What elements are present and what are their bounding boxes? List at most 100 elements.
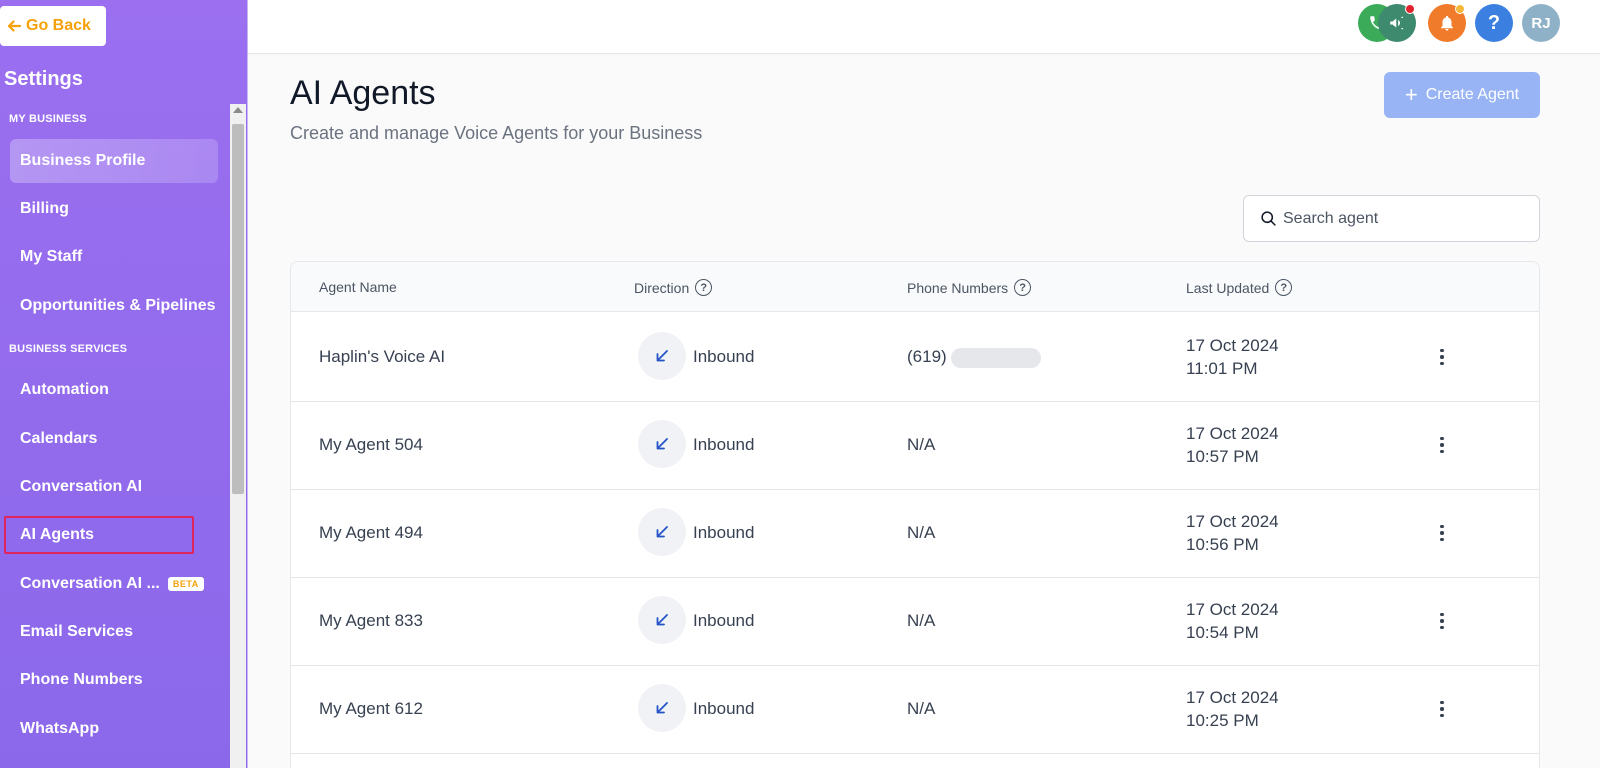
more-options-icon[interactable]: [1432, 609, 1452, 633]
direction-icon-badge: [638, 332, 686, 380]
sidebar-item-opportunities-pipelines[interactable]: Opportunities & Pipelines: [10, 284, 218, 328]
sidebar-item-label: My Staff: [20, 248, 83, 265]
last-updated-date: 17 Oct 2024: [1186, 688, 1279, 707]
avatar[interactable]: RJ: [1522, 4, 1560, 42]
direction-label: Inbound: [693, 435, 755, 454]
more-options-icon[interactable]: [1432, 345, 1452, 369]
phone-number: N/A: [907, 523, 936, 542]
sidebar-item-billing[interactable]: Billing: [10, 187, 218, 231]
sidebar-item-label: Business Profile: [20, 152, 146, 169]
sidebar-item-label: Billing: [20, 200, 69, 217]
section-label-my-business: MY BUSINESS: [9, 113, 87, 125]
create-agent-button[interactable]: + Create Agent: [1384, 72, 1540, 118]
column-label: Last Updated: [1186, 279, 1270, 296]
help-circle-icon[interactable]: ?: [695, 279, 713, 296]
agent-name[interactable]: My Agent 833: [319, 611, 423, 631]
notification-dot: [1405, 4, 1415, 14]
column-label: Direction: [634, 279, 690, 296]
page-title: AI Agents: [290, 74, 436, 112]
sidebar-item-my-staff[interactable]: My Staff: [10, 235, 218, 279]
more-options-icon[interactable]: [1432, 433, 1452, 457]
sidebar-item-email-services[interactable]: Email Services: [10, 610, 218, 654]
sidebar-item-label: Calendars: [20, 430, 98, 447]
table-row[interactable]: Haplin's Voice AI Inbound (619) 17 Oct 2…: [291, 312, 1539, 402]
agent-name[interactable]: My Agent 494: [319, 523, 423, 543]
last-updated-time: 11:01 PM: [1186, 359, 1258, 378]
last-updated-time: 10:54 PM: [1186, 623, 1259, 642]
arrow-down-left-icon: [656, 350, 668, 362]
agents-table: Agent Name Direction? Phone Numbers? Las…: [290, 261, 1540, 768]
sidebar-item-calendars[interactable]: Calendars: [10, 417, 218, 461]
go-back-button[interactable]: Go Back: [0, 6, 106, 46]
last-updated-date: 17 Oct 2024: [1186, 424, 1279, 443]
column-header-last-updated: Last Updated?: [1186, 279, 1293, 296]
direction-icon-badge: [638, 508, 686, 556]
direction-label: Inbound: [693, 699, 755, 718]
sidebar-item-label: WhatsApp: [20, 720, 100, 737]
phone-number: N/A: [907, 611, 936, 630]
arrow-left-icon: [7, 20, 22, 32]
direction-icon-badge: [638, 420, 686, 468]
column-header-phone-numbers: Phone Numbers?: [907, 279, 1032, 296]
last-updated-date: 17 Oct 2024: [1186, 336, 1279, 355]
page-subtitle: Create and manage Voice Agents for your …: [290, 123, 703, 143]
notifications-button[interactable]: [1428, 4, 1466, 42]
help-circle-icon[interactable]: ?: [1014, 279, 1032, 296]
search-box[interactable]: [1243, 195, 1540, 242]
column-label: Agent Name: [319, 279, 397, 295]
table-header: Agent Name Direction? Phone Numbers? Las…: [291, 262, 1539, 312]
column-label: Phone Numbers: [907, 279, 1009, 296]
table-row[interactable]: My Agent 504 Inbound N/A 17 Oct 2024 10:…: [291, 400, 1539, 490]
agent-name[interactable]: Haplin's Voice AI: [319, 347, 445, 367]
help-circle-icon[interactable]: ?: [1275, 279, 1293, 296]
megaphone-icon: [1390, 16, 1404, 30]
last-updated-time: 10:57 PM: [1186, 447, 1259, 466]
sidebar-item-label: AI Agents: [20, 526, 95, 543]
sidebar-item-ai-agents[interactable]: AI Agents: [4, 516, 194, 554]
search-input[interactable]: [1283, 209, 1523, 228]
sidebar-item-label: Opportunities & Pipelines: [20, 297, 216, 314]
direction-icon-badge: [638, 596, 686, 644]
sidebar-item-conversation-ai-beta[interactable]: Conversation AI ... BETA: [10, 562, 218, 606]
sidebar-item-business-profile[interactable]: Business Profile: [10, 139, 218, 183]
notification-dot: [1455, 4, 1465, 14]
sidebar-scrollbar-thumb[interactable]: [232, 124, 244, 494]
scroll-up-icon[interactable]: [233, 107, 243, 113]
phone-number: (619): [907, 347, 1041, 368]
sidebar-item-label: Phone Numbers: [20, 671, 143, 688]
bell-icon: [1441, 15, 1453, 31]
plus-icon: +: [1404, 82, 1418, 107]
direction-label: Inbound: [693, 523, 755, 542]
redacted-phone: [950, 347, 1041, 368]
more-options-icon[interactable]: [1432, 521, 1452, 545]
main-content: AI Agents Create and manage Voice Agents…: [248, 55, 1600, 768]
table-row[interactable]: My Agent 833 Inbound N/A 17 Oct 2024 10:…: [291, 576, 1539, 666]
search-icon: [1261, 211, 1276, 226]
sidebar-item-automation[interactable]: Automation: [10, 368, 218, 412]
last-updated-time: 10:25 PM: [1186, 711, 1259, 730]
sidebar-item-phone-numbers[interactable]: Phone Numbers: [10, 658, 218, 702]
announcements-button[interactable]: [1378, 4, 1416, 42]
help-button[interactable]: ?: [1475, 4, 1513, 42]
agent-name[interactable]: My Agent 612: [319, 699, 423, 719]
sidebar-item-whatsapp[interactable]: WhatsApp: [10, 707, 218, 751]
phone-number: N/A: [907, 699, 936, 718]
table-row[interactable]: My Agent 494 Inbound N/A 17 Oct 2024 10:…: [291, 488, 1539, 578]
column-header-direction: Direction?: [634, 279, 713, 296]
sidebar-item-label: Conversation AI ...: [20, 575, 160, 592]
settings-sidebar: Go Back Settings MY BUSINESS Business Pr…: [0, 0, 248, 768]
arrow-down-left-icon: [656, 614, 668, 626]
column-header-agent-name: Agent Name: [319, 279, 397, 295]
more-options-icon[interactable]: [1432, 697, 1452, 721]
arrow-down-left-icon: [656, 438, 668, 450]
direction-icon-badge: [638, 684, 686, 732]
go-back-label: Go Back: [26, 17, 91, 34]
beta-badge: BETA: [167, 577, 204, 591]
create-agent-label: Create Agent: [1425, 86, 1520, 103]
last-updated-date: 17 Oct 2024: [1186, 600, 1279, 619]
sidebar-item-label: Automation: [20, 381, 109, 398]
agent-name[interactable]: My Agent 504: [319, 435, 423, 455]
table-row[interactable]: My Agent 612 Inbound N/A 17 Oct 2024 10:…: [291, 664, 1539, 754]
sidebar-item-conversation-ai[interactable]: Conversation AI: [10, 465, 218, 509]
help-icon: ?: [1487, 11, 1501, 34]
